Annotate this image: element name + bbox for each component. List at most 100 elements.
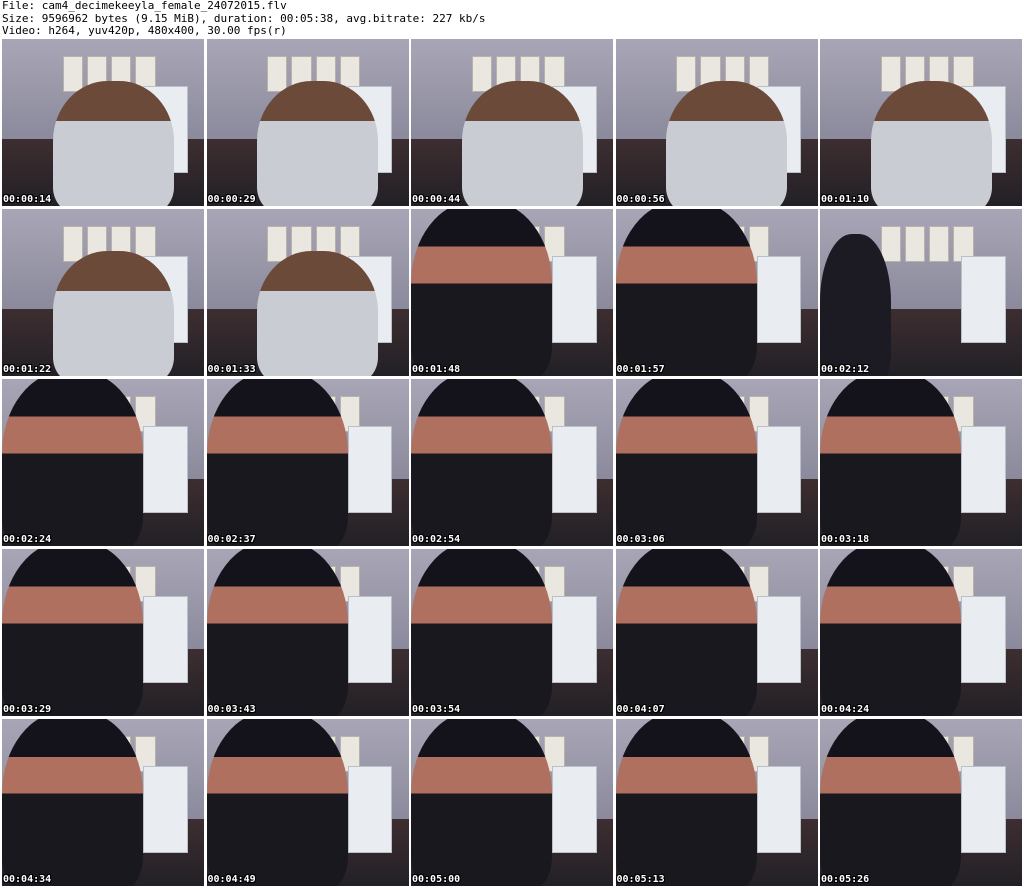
fridge-shape bbox=[143, 595, 188, 683]
timestamp-label: 00:04:34 bbox=[3, 874, 52, 885]
timestamp-label: 00:02:24 bbox=[3, 534, 52, 545]
person-shape bbox=[820, 379, 962, 546]
timestamp-label: 00:01:33 bbox=[207, 364, 256, 375]
video-thumbnail[interactable]: 00:00:14 bbox=[2, 39, 204, 206]
cabinet-shape bbox=[62, 55, 83, 93]
timestamp-label: 00:03:54 bbox=[412, 704, 461, 715]
cabinet-shape bbox=[267, 225, 288, 263]
timestamp-label: 00:04:07 bbox=[616, 704, 665, 715]
timestamp-label: 00:03:29 bbox=[3, 704, 52, 715]
video-thumbnail[interactable]: 00:05:26 bbox=[820, 719, 1022, 886]
person-shape bbox=[820, 719, 962, 886]
fridge-shape bbox=[961, 255, 1006, 343]
video-thumbnail[interactable]: 00:04:34 bbox=[2, 719, 204, 886]
fridge-shape bbox=[552, 425, 597, 513]
person-shape bbox=[820, 234, 891, 376]
fridge-shape bbox=[552, 765, 597, 853]
person-shape bbox=[52, 80, 174, 206]
fridge-shape bbox=[961, 425, 1006, 513]
fridge-shape bbox=[347, 765, 393, 853]
timestamp-label: 00:02:37 bbox=[207, 534, 256, 545]
file-info-header: File: cam4_decimekeeyla_female_24072015.… bbox=[2, 0, 1022, 38]
video-thumbnail[interactable]: 00:05:00 bbox=[411, 719, 613, 886]
person-shape bbox=[411, 209, 553, 376]
fridge-shape bbox=[143, 765, 188, 853]
timestamp-label: 00:02:54 bbox=[412, 534, 461, 545]
cabinet-shape bbox=[676, 55, 697, 93]
video-thumbnail[interactable]: 00:00:44 bbox=[411, 39, 613, 206]
timestamp-label: 00:00:56 bbox=[616, 194, 665, 205]
cabinet-shape bbox=[880, 55, 901, 93]
person-shape bbox=[2, 719, 144, 886]
fridge-shape bbox=[756, 765, 802, 853]
video-thumbnail[interactable]: 00:03:43 bbox=[206, 549, 409, 716]
video-thumbnail[interactable]: 00:04:24 bbox=[820, 549, 1022, 716]
person-shape bbox=[206, 379, 348, 546]
person-shape bbox=[2, 549, 144, 716]
person-shape bbox=[206, 719, 348, 886]
timestamp-label: 00:05:13 bbox=[616, 874, 665, 885]
video-thumbnail[interactable]: 00:02:12 bbox=[820, 209, 1022, 376]
video-thumbnail[interactable]: 00:02:24 bbox=[2, 379, 204, 546]
person-shape bbox=[615, 719, 757, 886]
person-shape bbox=[2, 379, 144, 546]
video-thumbnail[interactable]: 00:04:07 bbox=[615, 549, 818, 716]
video-thumbnail[interactable]: 00:05:13 bbox=[615, 719, 818, 886]
video-thumbnail[interactable]: 00:03:54 bbox=[411, 549, 613, 716]
person-shape bbox=[615, 379, 757, 546]
video-thumbnail[interactable]: 00:00:56 bbox=[615, 39, 818, 206]
cabinet-shape bbox=[267, 55, 288, 93]
video-info-line: Video: h264, yuv420p, 480x400, 30.00 fps… bbox=[2, 24, 287, 37]
timestamp-label: 00:03:43 bbox=[207, 704, 256, 715]
cabinet-shape bbox=[880, 225, 901, 263]
timestamp-label: 00:01:57 bbox=[616, 364, 665, 375]
person-shape bbox=[411, 549, 553, 716]
person-shape bbox=[257, 250, 379, 376]
person-shape bbox=[820, 549, 962, 716]
fridge-shape bbox=[552, 595, 597, 683]
video-thumbnail[interactable]: 00:01:22 bbox=[2, 209, 204, 376]
timestamp-label: 00:05:00 bbox=[412, 874, 461, 885]
timestamp-label: 00:05:26 bbox=[821, 874, 870, 885]
timestamp-label: 00:00:29 bbox=[207, 194, 256, 205]
video-thumbnail[interactable]: 00:03:18 bbox=[820, 379, 1022, 546]
timestamp-label: 00:01:10 bbox=[821, 194, 870, 205]
fridge-shape bbox=[961, 765, 1006, 853]
file-name-line: File: cam4_decimekeeyla_female_24072015.… bbox=[2, 0, 287, 12]
fridge-shape bbox=[756, 255, 802, 343]
cabinet-shape bbox=[904, 225, 926, 263]
video-thumbnail[interactable]: 00:01:10 bbox=[820, 39, 1022, 206]
cabinet-shape bbox=[62, 225, 83, 263]
person-shape bbox=[411, 379, 553, 546]
video-thumbnail[interactable]: 00:00:29 bbox=[206, 39, 409, 206]
person-shape bbox=[615, 209, 757, 376]
person-shape bbox=[206, 549, 348, 716]
fridge-shape bbox=[552, 255, 597, 343]
timestamp-label: 00:03:06 bbox=[616, 534, 665, 545]
timestamp-label: 00:04:24 bbox=[821, 704, 870, 715]
video-thumbnail[interactable]: 00:02:37 bbox=[206, 379, 409, 546]
video-thumbnail[interactable]: 00:02:54 bbox=[411, 379, 613, 546]
thumbnail-grid: 00:00:14 00:00:29 00:00:44 00:00:56 00:01:10… bbox=[2, 39, 1022, 887]
video-thumbnail[interactable]: 00:03:29 bbox=[2, 549, 204, 716]
person-shape bbox=[411, 719, 553, 886]
fridge-shape bbox=[347, 425, 393, 513]
person-shape bbox=[257, 80, 379, 206]
timestamp-label: 00:00:14 bbox=[3, 194, 52, 205]
video-thumbnail[interactable]: 00:04:49 bbox=[206, 719, 409, 886]
person-shape bbox=[461, 80, 583, 206]
timestamp-label: 00:03:18 bbox=[821, 534, 870, 545]
fridge-shape bbox=[756, 595, 802, 683]
timestamp-label: 00:00:44 bbox=[412, 194, 461, 205]
cabinet-shape bbox=[929, 225, 950, 263]
video-thumbnail[interactable]: 00:01:57 bbox=[615, 209, 818, 376]
timestamp-label: 00:04:49 bbox=[207, 874, 256, 885]
person-shape bbox=[52, 250, 174, 376]
timestamp-label: 00:02:12 bbox=[821, 364, 870, 375]
person-shape bbox=[615, 549, 757, 716]
cabinet-shape bbox=[471, 55, 492, 93]
video-thumbnail[interactable]: 00:03:06 bbox=[615, 379, 818, 546]
timestamp-label: 00:01:48 bbox=[412, 364, 461, 375]
video-thumbnail[interactable]: 00:01:33 bbox=[206, 209, 409, 376]
video-thumbnail[interactable]: 00:01:48 bbox=[411, 209, 613, 376]
